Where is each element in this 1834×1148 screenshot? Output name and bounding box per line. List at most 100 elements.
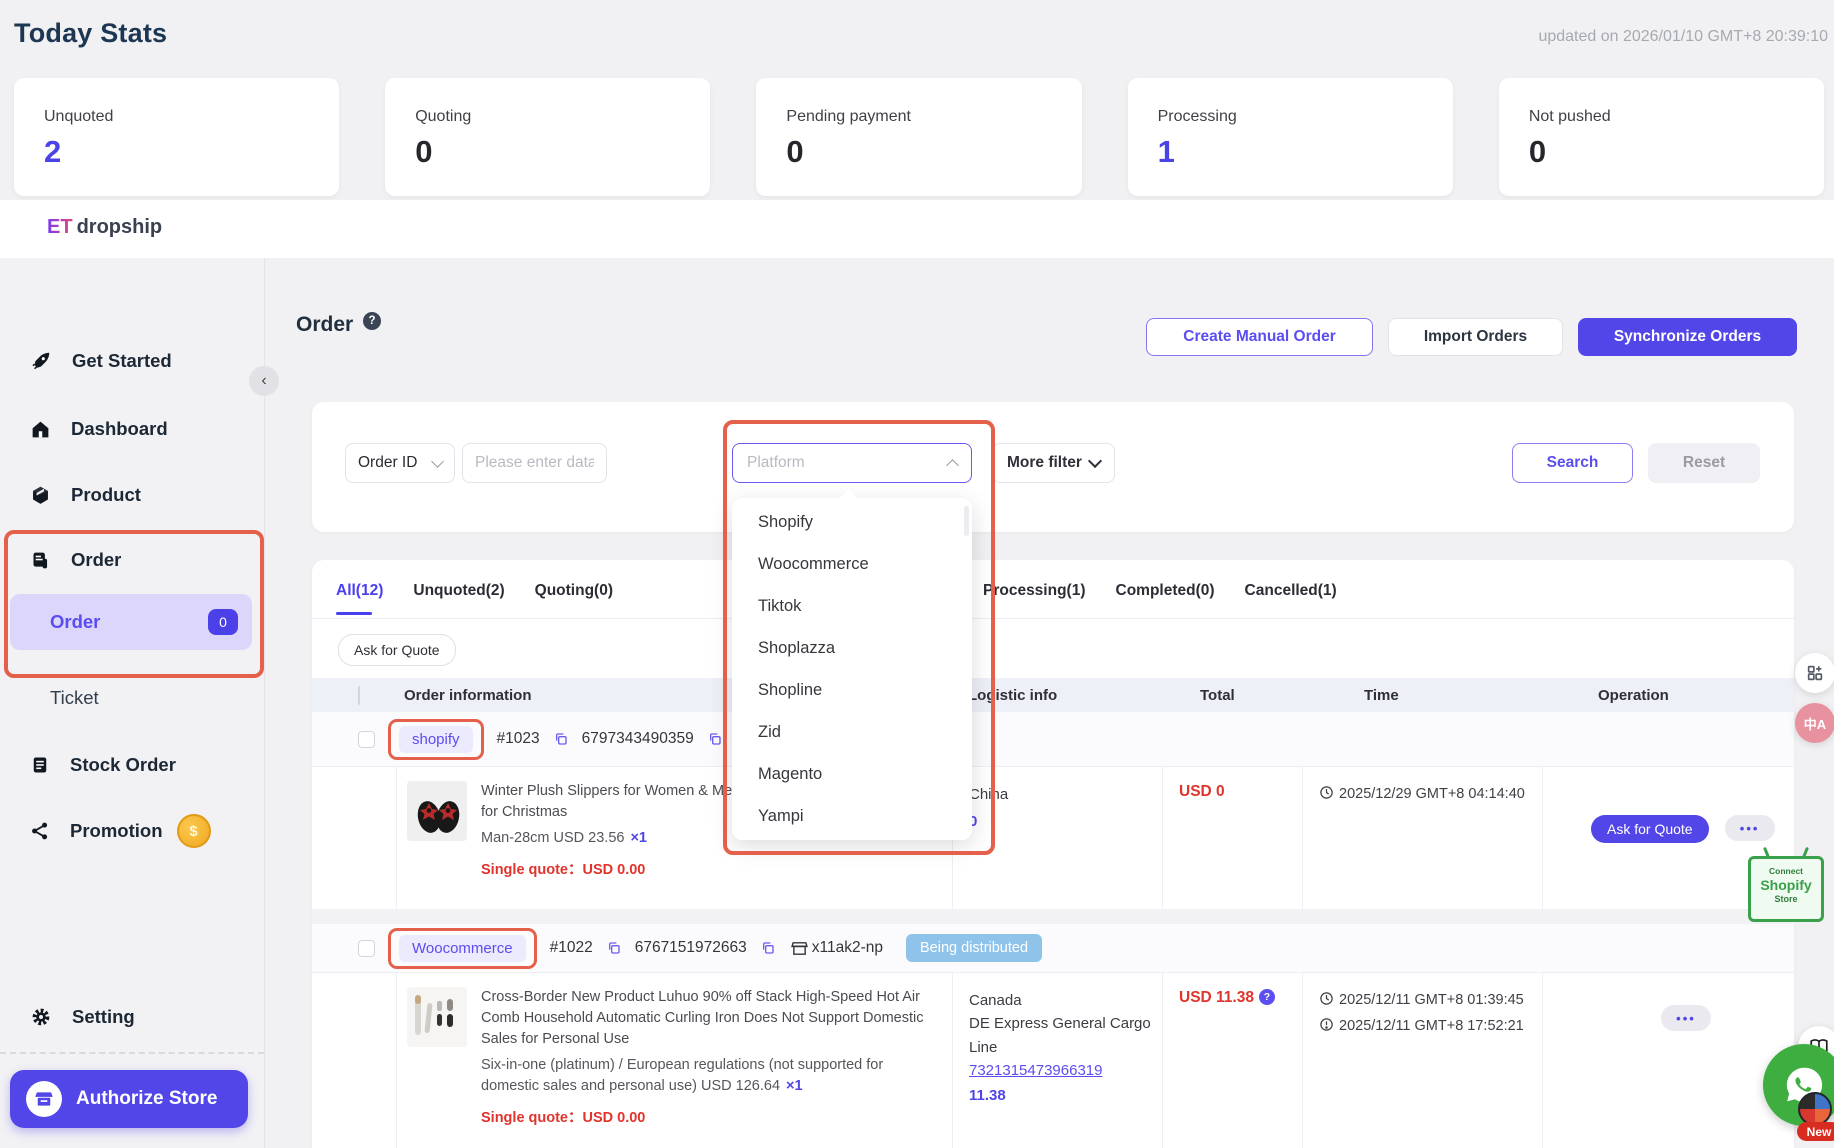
- tab-cancelled[interactable]: Cancelled(1): [1245, 582, 1337, 600]
- tab-quoting[interactable]: Quoting(0): [535, 582, 613, 600]
- single-quote-label: Single quote：: [481, 1110, 583, 1126]
- widgets-launcher-button[interactable]: [1795, 653, 1834, 693]
- product-thumbnail-curling-iron: [407, 987, 467, 1047]
- home-icon: [30, 419, 51, 440]
- order-total: USD 0: [1179, 783, 1225, 800]
- authorize-store-button[interactable]: Authorize Store: [10, 1070, 248, 1128]
- chevron-down-icon: [431, 455, 444, 468]
- tab-completed[interactable]: Completed(0): [1116, 582, 1215, 600]
- select-all-checkbox[interactable]: [358, 686, 360, 705]
- tab-all[interactable]: All(12): [336, 582, 383, 600]
- reset-button[interactable]: Reset: [1648, 443, 1760, 483]
- ask-for-quote-button[interactable]: Ask for Quote: [1591, 815, 1709, 843]
- tab-processing[interactable]: Processing(1): [983, 582, 1086, 600]
- connect-line: Shopify: [1751, 877, 1821, 893]
- stats-updated: updated on 2026/01/10 GMT+8 20:39:10: [1538, 28, 1828, 46]
- app-header: ETdropship: [0, 200, 1834, 258]
- sidebar-item-get-started[interactable]: Get Started: [30, 346, 172, 376]
- synchronize-orders-button[interactable]: Synchronize Orders: [1578, 318, 1797, 356]
- sidebar-divider: [0, 1052, 264, 1054]
- external-order-id: 6767151972663: [635, 939, 747, 957]
- stat-card-not-pushed: Not pushed 0: [1499, 78, 1824, 196]
- active-tab-underline: [336, 612, 372, 615]
- main-content: Order ? Create Manual Order Import Order…: [265, 258, 1834, 1148]
- platform-option-yampi[interactable]: Yampi: [732, 795, 972, 837]
- platform-tag: Woocommerce: [399, 935, 526, 962]
- copy-icon[interactable]: [606, 940, 622, 956]
- sidebar-item-setting[interactable]: Setting: [30, 1002, 135, 1032]
- platform-select[interactable]: Platform: [732, 443, 972, 483]
- platform-option-shopline[interactable]: Shopline: [732, 669, 972, 711]
- tab-unquoted[interactable]: Unquoted(2): [413, 582, 504, 600]
- dropdown-scrollbar[interactable]: [964, 506, 969, 536]
- order-total: USD 11.38: [1179, 989, 1254, 1006]
- more-filter-button[interactable]: More filter: [992, 443, 1115, 483]
- logistic-extra: 0: [969, 810, 1154, 833]
- sidebar: Get Started Dashboard Product Order Orde…: [0, 258, 265, 1148]
- sidebar-subitem-order[interactable]: Order 0: [10, 594, 252, 650]
- sidebar-item-promotion[interactable]: Promotion $: [30, 816, 211, 846]
- browser-new-icon[interactable]: [1798, 1092, 1832, 1126]
- search-button[interactable]: Search: [1512, 443, 1633, 483]
- platform-option-tiktok[interactable]: Tiktok: [732, 585, 972, 627]
- sidebar-item-stock-order[interactable]: Stock Order: [30, 750, 176, 780]
- single-quote-value: USD 0.00: [583, 1110, 646, 1126]
- copy-icon[interactable]: [707, 731, 723, 747]
- sidebar-item-dashboard[interactable]: Dashboard: [30, 414, 168, 444]
- clipboard-icon: [30, 755, 50, 775]
- sidebar-item-product[interactable]: Product: [30, 480, 141, 510]
- row-checkbox[interactable]: [358, 940, 375, 957]
- more-actions-button[interactable]: •••: [1661, 1005, 1711, 1031]
- col-time: Time: [1302, 687, 1542, 704]
- more-filter-label: More filter: [1007, 454, 1082, 472]
- platform-option-shopify[interactable]: Shopify: [732, 501, 972, 543]
- rocket-icon: [30, 350, 52, 372]
- order-time: 2025/12/29 GMT+8 04:14:40: [1339, 786, 1525, 802]
- chevron-up-icon: [946, 459, 959, 472]
- platform-tag: shopify: [399, 726, 473, 753]
- order-number: #1022: [550, 939, 593, 957]
- connect-shopify-store-badge[interactable]: Connect Shopify Store: [1748, 856, 1824, 922]
- row-checkbox[interactable]: [358, 731, 375, 748]
- tracking-number-link[interactable]: 7321315473966319: [969, 1059, 1154, 1082]
- sidebar-item-ticket[interactable]: Ticket: [50, 683, 99, 713]
- import-orders-button[interactable]: Import Orders: [1388, 318, 1563, 356]
- stat-label: Not pushed: [1529, 108, 1824, 126]
- product-title: Cross-Border New Product Luhuo 90% off S…: [481, 987, 942, 1050]
- page-title: Order: [296, 313, 353, 337]
- filter-value-input[interactable]: [462, 443, 607, 483]
- clock-icon: [1319, 785, 1334, 809]
- copy-icon[interactable]: [553, 731, 569, 747]
- logistic-carrier: DE Express General Cargo Line: [969, 1012, 1154, 1059]
- translate-button[interactable]: 中A: [1795, 703, 1834, 743]
- platform-option-magento[interactable]: Magento: [732, 753, 972, 795]
- stats-title: Today Stats: [14, 18, 167, 49]
- platform-option-shoplazza[interactable]: Shoplazza: [732, 627, 972, 669]
- platform-option-woocommerce[interactable]: Woocommerce: [732, 543, 972, 585]
- create-manual-order-button[interactable]: Create Manual Order: [1146, 318, 1373, 356]
- sidebar-label: Ticket: [50, 687, 99, 709]
- order-time: 2025/12/11 GMT+8 17:52:21: [1339, 1018, 1524, 1034]
- stat-label: Unquoted: [44, 108, 339, 126]
- order-number: #1023: [497, 730, 540, 748]
- logistic-country: China: [969, 783, 1154, 806]
- connect-line: Store: [1751, 894, 1821, 904]
- orders-card: All(12) Unquoted(2) Quoting(0) Processin…: [312, 560, 1794, 1148]
- platform-option-zid[interactable]: Zid: [732, 711, 972, 753]
- store-icon: [791, 940, 808, 957]
- sidebar-item-order[interactable]: Order: [30, 545, 121, 575]
- sidebar-collapse-button[interactable]: ‹: [249, 366, 279, 396]
- more-actions-button[interactable]: •••: [1725, 815, 1775, 841]
- order-id-select[interactable]: Order ID: [345, 443, 455, 483]
- new-badge: New: [1797, 1122, 1834, 1141]
- sidebar-label: Product: [71, 484, 141, 506]
- divider: [312, 618, 1794, 619]
- product-qty: ×1: [786, 1078, 803, 1094]
- platform-select-placeholder: Platform: [747, 454, 805, 472]
- help-icon[interactable]: ?: [363, 312, 381, 330]
- single-quote-label: Single quote：: [481, 862, 583, 878]
- ask-for-quote-filter-button[interactable]: Ask for Quote: [338, 634, 456, 666]
- platform-dropdown: Shopify Woocommerce Tiktok Shoplazza Sho…: [732, 498, 972, 840]
- copy-icon[interactable]: [760, 940, 776, 956]
- total-help-icon[interactable]: ?: [1259, 989, 1275, 1005]
